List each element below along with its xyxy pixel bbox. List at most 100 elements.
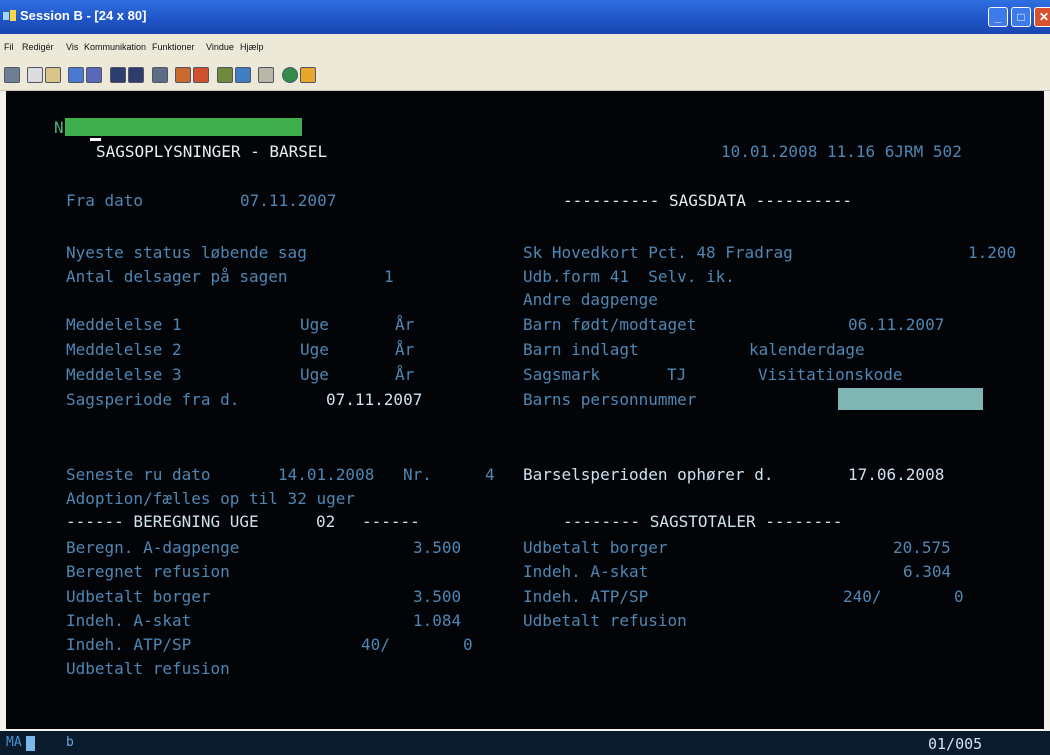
seneste-ru-nr-label: Nr. xyxy=(403,465,432,484)
status-mode: MA xyxy=(6,735,22,750)
barselsperioden-label: Barselsperioden ophører d. xyxy=(523,465,774,484)
total-indeh-a-skat-label: Indeh. A-skat xyxy=(523,562,649,581)
macro-play-icon[interactable] xyxy=(217,67,233,83)
meddelelse-3-uge: Uge xyxy=(300,365,329,384)
beregnet-refusion-label: Beregnet refusion xyxy=(66,562,230,581)
total-udbetalt-borger-label: Udbetalt borger xyxy=(523,538,668,557)
fra-dato-label: Fra dato xyxy=(66,191,144,210)
total-indeh-atp-sp-label: Indeh. ATP/SP xyxy=(523,587,649,606)
barn-fodt-label: Barn født/modtaget xyxy=(523,315,697,334)
macro-record-icon[interactable] xyxy=(175,67,191,83)
command-prefix: N xyxy=(54,118,64,137)
macro-edit-icon[interactable] xyxy=(235,67,251,83)
nyeste-status-label: Nyeste status løbende sag xyxy=(66,243,307,262)
macro-stop-icon[interactable] xyxy=(193,67,209,83)
sagsmark-value: TJ xyxy=(667,365,687,384)
barn-indlagt-unit: kalenderdage xyxy=(749,340,865,359)
help-icon[interactable] xyxy=(300,67,316,83)
maximize-button[interactable]: □ xyxy=(1011,7,1031,27)
send-file-icon[interactable] xyxy=(68,67,84,83)
globe-icon[interactable] xyxy=(282,67,298,83)
barns-personnummer-field[interactable] xyxy=(838,388,983,410)
sagsperiode-value: 07.11.2007 xyxy=(326,390,423,409)
beregning-header-tail: ------ xyxy=(362,512,420,531)
total-udbetalt-borger-value: 20.575 xyxy=(893,538,951,557)
title-bar: Session B - [24 x 80] _ □ ✕ xyxy=(0,0,1050,34)
display-icon[interactable] xyxy=(110,67,126,83)
app-icon xyxy=(3,10,16,21)
menu-hjaelp[interactable]: Hjælp xyxy=(240,42,264,52)
keypad-icon[interactable] xyxy=(258,67,274,83)
barn-indlagt-label: Barn indlagt xyxy=(523,340,639,359)
command-input-field[interactable] xyxy=(65,118,302,136)
menu-fil[interactable]: Fil xyxy=(4,42,14,52)
meddelelse-2-label: Meddelelse 2 xyxy=(66,340,182,359)
printer-icon[interactable] xyxy=(152,67,168,83)
total-udbetalt-refusion-label: Udbetalt refusion xyxy=(523,611,687,630)
menu-vindue[interactable]: Vindue xyxy=(206,42,234,52)
display-alt-icon[interactable] xyxy=(128,67,144,83)
fradrag-value: 1.200 xyxy=(968,243,1017,262)
barselsperioden-value: 17.06.2008 xyxy=(848,465,945,484)
close-button[interactable]: ✕ xyxy=(1034,7,1050,27)
screen-datetime: 10.01.2008 11.16 6JRM 502 xyxy=(721,142,962,161)
menu-bar: Fil Redigér Vis Kommunikation Funktioner… xyxy=(0,34,1050,60)
meddelelse-1-uge: Uge xyxy=(300,315,329,334)
indeh-atp-sp-value: 40/ xyxy=(361,635,390,654)
beregn-a-dagpenge-value: 3.500 xyxy=(413,538,462,557)
total-indeh-a-skat-value: 6.304 xyxy=(903,562,952,581)
udbetalt-refusion-label: Udbetalt refusion xyxy=(66,659,230,678)
status-cursor-indicator xyxy=(26,736,35,751)
meddelelse-3-aar: År xyxy=(395,365,415,384)
screen-title: SAGSOPLYSNINGER - BARSEL xyxy=(96,142,328,161)
meddelelse-2-uge: Uge xyxy=(300,340,329,359)
minimize-button[interactable]: _ xyxy=(988,7,1008,27)
menu-kommunikation[interactable]: Kommunikation xyxy=(84,42,146,52)
print-screen-icon[interactable] xyxy=(4,67,20,83)
paste-icon[interactable] xyxy=(45,67,61,83)
udb-form: Udb.form 41 Selv. ik. xyxy=(523,267,735,286)
sagstotaler-header: -------- SAGSTOTALER -------- xyxy=(563,512,843,531)
window-title: Session B - [24 x 80] xyxy=(20,8,147,23)
receive-file-icon[interactable] xyxy=(86,67,102,83)
menu-vis[interactable]: Vis xyxy=(66,42,78,52)
terminal-screen[interactable]: N SAGSOPLYSNINGER - BARSEL 10.01.2008 11… xyxy=(6,91,1044,729)
beregn-a-dagpenge-label: Beregn. A-dagpenge xyxy=(66,538,240,557)
beregning-week: 02 xyxy=(316,512,336,531)
meddelelse-1-aar: År xyxy=(395,315,415,334)
seneste-ru-label: Seneste ru dato xyxy=(66,465,211,484)
text-cursor xyxy=(90,138,101,141)
adoption-text: Adoption/fælles op til 32 uger xyxy=(66,489,355,508)
total-indeh-atp-sp-value: 240/ xyxy=(843,587,882,606)
beregning-header: ------ BEREGNING UGE xyxy=(66,512,259,531)
toolbar xyxy=(0,60,1050,91)
antal-delsager-value: 1 xyxy=(384,267,394,286)
andre-dagpenge: Andre dagpenge xyxy=(523,290,658,309)
udbetalt-borger-value: 3.500 xyxy=(413,587,462,606)
cursor-position: 01/005 xyxy=(928,735,983,753)
indeh-a-skat-label: Indeh. A-skat xyxy=(66,611,192,630)
fra-dato-value: 07.11.2007 xyxy=(240,191,337,210)
barns-personnummer-label: Barns personnummer xyxy=(523,390,697,409)
status-indicator: b xyxy=(66,735,74,750)
indeh-atp-sp-label: Indeh. ATP/SP xyxy=(66,635,192,654)
sagsperiode-label: Sagsperiode fra d. xyxy=(66,390,240,409)
indeh-atp-sp-value2: 0 xyxy=(463,635,473,654)
seneste-ru-nr-value: 4 xyxy=(485,465,495,484)
status-bar: MA b 01/005 xyxy=(0,731,1050,755)
menu-rediger[interactable]: Redigér xyxy=(22,42,54,52)
total-indeh-atp-sp-value2: 0 xyxy=(954,587,964,606)
menu-funktioner[interactable]: Funktioner xyxy=(152,42,195,52)
antal-delsager-label: Antal delsager på sagen xyxy=(66,267,288,286)
udbetalt-borger-label: Udbetalt borger xyxy=(66,587,211,606)
sk-hovedkort-label: Sk Hovedkort Pct. 48 Fradrag xyxy=(523,243,793,262)
visitationskode-label: Visitationskode xyxy=(758,365,903,384)
meddelelse-1-label: Meddelelse 1 xyxy=(66,315,182,334)
seneste-ru-date: 14.01.2008 xyxy=(278,465,375,484)
copy-icon[interactable] xyxy=(27,67,43,83)
sagsdata-header: ---------- SAGSDATA ---------- xyxy=(563,191,852,210)
barn-fodt-value: 06.11.2007 xyxy=(848,315,945,334)
meddelelse-2-aar: År xyxy=(395,340,415,359)
sagsmark-label: Sagsmark xyxy=(523,365,601,384)
meddelelse-3-label: Meddelelse 3 xyxy=(66,365,182,384)
